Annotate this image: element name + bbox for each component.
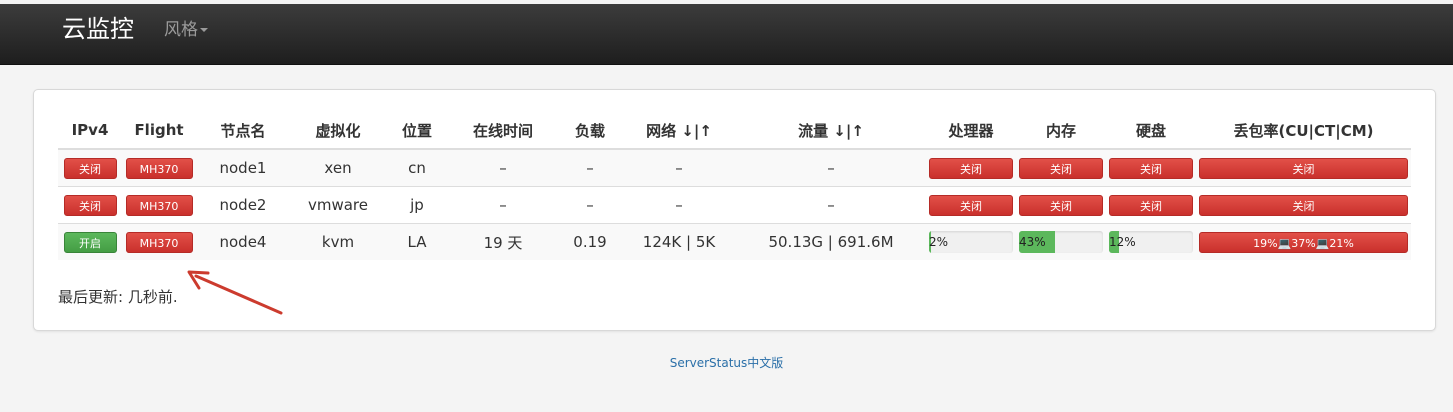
header-location: 位置 — [386, 112, 448, 150]
virtualization: vmware — [290, 186, 386, 224]
traffic: – — [736, 148, 926, 187]
cpu-status-badge[interactable]: 关闭 — [929, 157, 1013, 179]
flight-badge[interactable]: MH370 — [125, 194, 193, 216]
style-dropdown[interactable]: 风格 — [164, 19, 208, 41]
header-cpu: 处理器 — [926, 112, 1016, 150]
packet-loss-badge[interactable]: 关闭 — [1199, 194, 1408, 216]
virtualization: xen — [290, 148, 386, 187]
uptime: 19 天 — [448, 223, 558, 260]
flight-badge[interactable]: MH370 — [125, 157, 193, 179]
navbar: 云监控 风格 — [0, 4, 1453, 65]
load: – — [558, 186, 622, 224]
flight-badge[interactable]: MH370 — [125, 231, 193, 253]
laptop-icon: 💻 — [1315, 236, 1330, 250]
disk-status-badge[interactable]: 关闭 — [1109, 157, 1193, 179]
laptop-icon: 💻 — [1277, 236, 1292, 250]
header-disk: 硬盘 — [1106, 112, 1196, 150]
packet-loss-badge[interactable]: 19%💻37%💻21% — [1199, 231, 1408, 253]
network: – — [622, 186, 736, 224]
style-dropdown-label: 风格 — [164, 20, 198, 40]
loss-cu: 19% — [1253, 236, 1278, 250]
traffic: 50.13G | 691.6M — [736, 223, 926, 260]
virtualization: kvm — [290, 223, 386, 260]
server-table: IPv4 Flight 节点名 虚拟化 位置 在线时间 负载 网络 ↓|↑ 流量… — [58, 112, 1411, 260]
cpu-progress-bar: 2% — [929, 231, 1013, 253]
loss-cm: 21% — [1329, 236, 1354, 250]
uptime: – — [448, 186, 558, 224]
table-row[interactable]: 关闭 MH370 node1 xen cn – – – – 关闭 关闭 关闭 关… — [58, 148, 1411, 187]
memory-status-badge[interactable]: 关闭 — [1019, 157, 1103, 179]
header-uptime: 在线时间 — [448, 112, 558, 150]
table-row[interactable]: 关闭 MH370 node2 vmware jp – – – – 关闭 关闭 关… — [58, 186, 1411, 224]
ipv4-status-badge[interactable]: 关闭 — [63, 157, 117, 179]
location: jp — [386, 186, 448, 224]
packet-loss-badge[interactable]: 关闭 — [1199, 157, 1408, 179]
node-name: node1 — [196, 148, 290, 187]
uptime: – — [448, 148, 558, 187]
caret-down-icon — [200, 28, 208, 32]
disk-progress-bar: 12% — [1109, 231, 1193, 253]
server-panel: IPv4 Flight 节点名 虚拟化 位置 在线时间 负载 网络 ↓|↑ 流量… — [33, 89, 1436, 331]
header-flight: Flight — [122, 112, 196, 150]
memory-status-badge[interactable]: 关闭 — [1019, 194, 1103, 216]
header-node-name: 节点名 — [196, 112, 290, 150]
disk-progress-text: 12% — [1109, 235, 1136, 249]
cpu-status-badge[interactable]: 关闭 — [929, 194, 1013, 216]
load: 0.19 — [558, 223, 622, 260]
node-name: node2 — [196, 186, 290, 224]
header-network: 网络 ↓|↑ — [622, 112, 736, 150]
table-header-row: IPv4 Flight 节点名 虚拟化 位置 在线时间 负载 网络 ↓|↑ 流量… — [58, 112, 1411, 150]
header-traffic: 流量 ↓|↑ — [736, 112, 926, 150]
table-row[interactable]: 开启 MH370 node4 kvm LA 19 天 0.19 124K | 5… — [58, 223, 1411, 260]
footer-link[interactable]: ServerStatus中文版 — [0, 354, 1453, 371]
header-memory: 内存 — [1016, 112, 1106, 150]
traffic: – — [736, 186, 926, 224]
brand-title[interactable]: 云监控 — [62, 14, 134, 44]
loss-ct: 37% — [1291, 236, 1316, 250]
header-virtualization: 虚拟化 — [290, 112, 386, 150]
node-name: node4 — [196, 223, 290, 260]
cpu-progress-text: 2% — [929, 235, 949, 249]
network: – — [622, 148, 736, 187]
ipv4-status-badge[interactable]: 关闭 — [63, 194, 117, 216]
load: – — [558, 148, 622, 187]
ipv4-status-badge[interactable]: 开启 — [63, 231, 117, 253]
memory-progress-text: 43% — [1019, 235, 1046, 249]
network: 124K | 5K — [622, 223, 736, 260]
location: LA — [386, 223, 448, 260]
last-update-text: 最后更新: 几秒前. — [58, 288, 178, 306]
location: cn — [386, 148, 448, 187]
disk-status-badge[interactable]: 关闭 — [1109, 194, 1193, 216]
memory-progress-bar: 43% — [1019, 231, 1103, 253]
header-packet-loss: 丢包率(CU|CT|CM) — [1196, 112, 1411, 150]
header-ipv4: IPv4 — [58, 112, 122, 150]
header-load: 负载 — [558, 112, 622, 150]
